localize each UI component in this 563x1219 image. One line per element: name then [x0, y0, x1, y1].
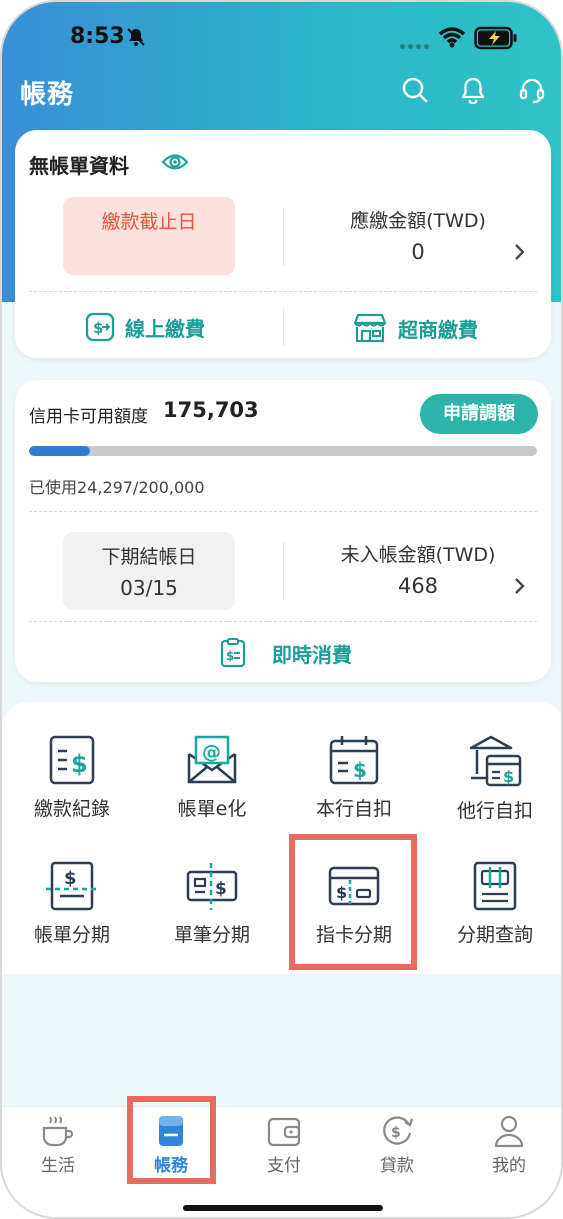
- available-credit-label: 信用卡可用額度: [29, 407, 148, 427]
- online-pay-button[interactable]: $ 線上繳費: [85, 312, 205, 342]
- store-pay-label: 超商繳費: [398, 317, 478, 342]
- svg-text:$: $: [64, 868, 77, 889]
- dashed-divider: [29, 621, 537, 622]
- credit-usage-bar: [29, 446, 537, 456]
- nav-tab-life[interactable]: 生活: [13, 1113, 103, 1176]
- svg-text:$: $: [391, 1125, 401, 1141]
- coffee-cup-icon: [42, 1116, 74, 1147]
- due-date-box: 繳款截止日: [63, 197, 235, 275]
- chevron-right-icon[interactable]: [512, 577, 526, 595]
- menu-item-bill-installment[interactable]: $ 帳單分期: [2, 860, 142, 947]
- customer-service-headset-icon[interactable]: [518, 76, 546, 104]
- status-time: 8:53: [70, 24, 125, 49]
- dashed-divider: [29, 511, 537, 512]
- installment-query-icon: [473, 861, 517, 911]
- signal-dots-icon: [400, 34, 432, 53]
- menu-label: 帳單分期: [33, 924, 110, 946]
- bill-status-title: 無帳單資料: [29, 154, 129, 178]
- svg-text:$: $: [353, 758, 367, 782]
- receipt-icon: $: [220, 638, 246, 668]
- unbilled-amount-value: 468: [397, 574, 439, 598]
- home-indicator: [183, 1205, 383, 1211]
- other-bank-autopay-icon: $: [469, 735, 522, 787]
- autopay-calendar-icon: $: [329, 736, 379, 785]
- due-date-label: 繳款截止日: [101, 211, 197, 233]
- unbilled-amount-label: 未入帳金額(TWD): [340, 544, 496, 566]
- menu-label: 分期查詢: [456, 924, 533, 946]
- menu-item-other-bank-autopay[interactable]: $ 他行自扣: [425, 734, 561, 823]
- nav-tab-pay[interactable]: 支付: [239, 1113, 329, 1176]
- chevron-right-icon[interactable]: [512, 243, 526, 261]
- nav-label: 生活: [41, 1156, 75, 1176]
- next-statement-box: 下期結帳日 03/15: [63, 532, 235, 610]
- menu-item-bank-autopay[interactable]: $ 本行自扣: [284, 734, 424, 821]
- online-pay-icon: $: [85, 312, 115, 342]
- single-installment-icon: $: [186, 863, 238, 910]
- menu-item-installment-query[interactable]: 分期查詢: [425, 860, 561, 947]
- dashed-divider: [29, 291, 537, 292]
- divider: [283, 208, 284, 266]
- menu-label: 他行自扣: [456, 800, 533, 822]
- amount-due-value: 0: [411, 240, 425, 264]
- person-icon: [494, 1115, 524, 1148]
- highlight-box-card-installment: [289, 834, 417, 970]
- amount-due-label: 應繳金額(TWD): [350, 210, 486, 232]
- search-icon[interactable]: [401, 76, 429, 104]
- bell-off-icon: [127, 28, 145, 46]
- highlight-box-account-tab: [127, 1096, 216, 1184]
- loan-dollar-icon: $: [383, 1116, 414, 1145]
- bottom-navigation: 生活 帳務 支付 $ 貸款 我的: [2, 1106, 561, 1217]
- nav-label: 支付: [267, 1156, 301, 1176]
- payment-record-icon: $: [49, 735, 95, 785]
- nav-tab-loan[interactable]: $ 貸款: [352, 1113, 442, 1176]
- menu-label: 帳單e化: [177, 798, 247, 820]
- divider: [283, 308, 284, 346]
- menu-item-ebill[interactable]: @ 帳單e化: [142, 734, 282, 821]
- instant-spend-button[interactable]: $ 即時消費: [220, 638, 352, 668]
- nav-label: 貸款: [380, 1156, 414, 1176]
- apply-limit-increase-button[interactable]: 申請調額: [420, 394, 538, 434]
- bill-summary-card: 無帳單資料 繳款截止日 應繳金額(TWD) 0 $ 線上繳費 超商繳費: [15, 130, 551, 358]
- menu-label: 本行自扣: [315, 798, 392, 820]
- svg-text:$: $: [93, 319, 103, 337]
- svg-text:@: @: [202, 741, 221, 763]
- credit-limit-card: 信用卡可用額度 175,703 申請調額 已使用24,297/200,000 下…: [15, 380, 551, 682]
- nav-tab-me[interactable]: 我的: [464, 1113, 554, 1176]
- credit-usage-fill: [29, 446, 91, 456]
- menu-label: 繳款紀錄: [33, 798, 110, 820]
- wallet-icon: [267, 1117, 301, 1147]
- svg-text:$: $: [215, 879, 227, 899]
- bill-installment-icon: $: [46, 861, 98, 911]
- menu-item-single-installment[interactable]: $ 單筆分期: [142, 860, 282, 947]
- phone-screen: 8:53 帳務 無帳單資料 繳款截止日 應繳金額(TWD) 0 $ 線上繳費 超…: [0, 0, 563, 1219]
- instant-spend-label: 即時消費: [272, 642, 352, 667]
- menu-item-payment-record[interactable]: $ 繳款紀錄: [2, 734, 142, 821]
- ebill-icon: @: [187, 735, 237, 784]
- notification-bell-icon[interactable]: [459, 76, 487, 104]
- wifi-icon: [438, 27, 466, 48]
- menu-label: 單筆分期: [173, 924, 250, 946]
- svg-text:$: $: [503, 767, 514, 786]
- next-statement-label: 下期結帳日: [101, 546, 197, 568]
- next-statement-date: 03/15: [120, 576, 178, 600]
- svg-text:$: $: [226, 649, 234, 663]
- credit-used-text: 已使用24,297/200,000: [29, 478, 205, 497]
- divider: [283, 542, 284, 600]
- service-menu-panel: $ 繳款紀錄 @ 帳單e化 $ 本行自扣 $ 他行自扣 $ 帳單分期 $ 單筆分…: [2, 702, 561, 974]
- nav-label: 我的: [492, 1156, 526, 1176]
- store-pay-button[interactable]: 超商繳費: [352, 312, 478, 344]
- battery-icon: [474, 26, 517, 50]
- svg-text:$: $: [71, 750, 88, 778]
- convenience-store-icon: [353, 313, 387, 343]
- page-title: 帳務: [20, 80, 75, 110]
- available-credit-value: 175,703: [163, 398, 259, 422]
- eye-icon[interactable]: [161, 150, 189, 174]
- online-pay-label: 線上繳費: [125, 316, 205, 341]
